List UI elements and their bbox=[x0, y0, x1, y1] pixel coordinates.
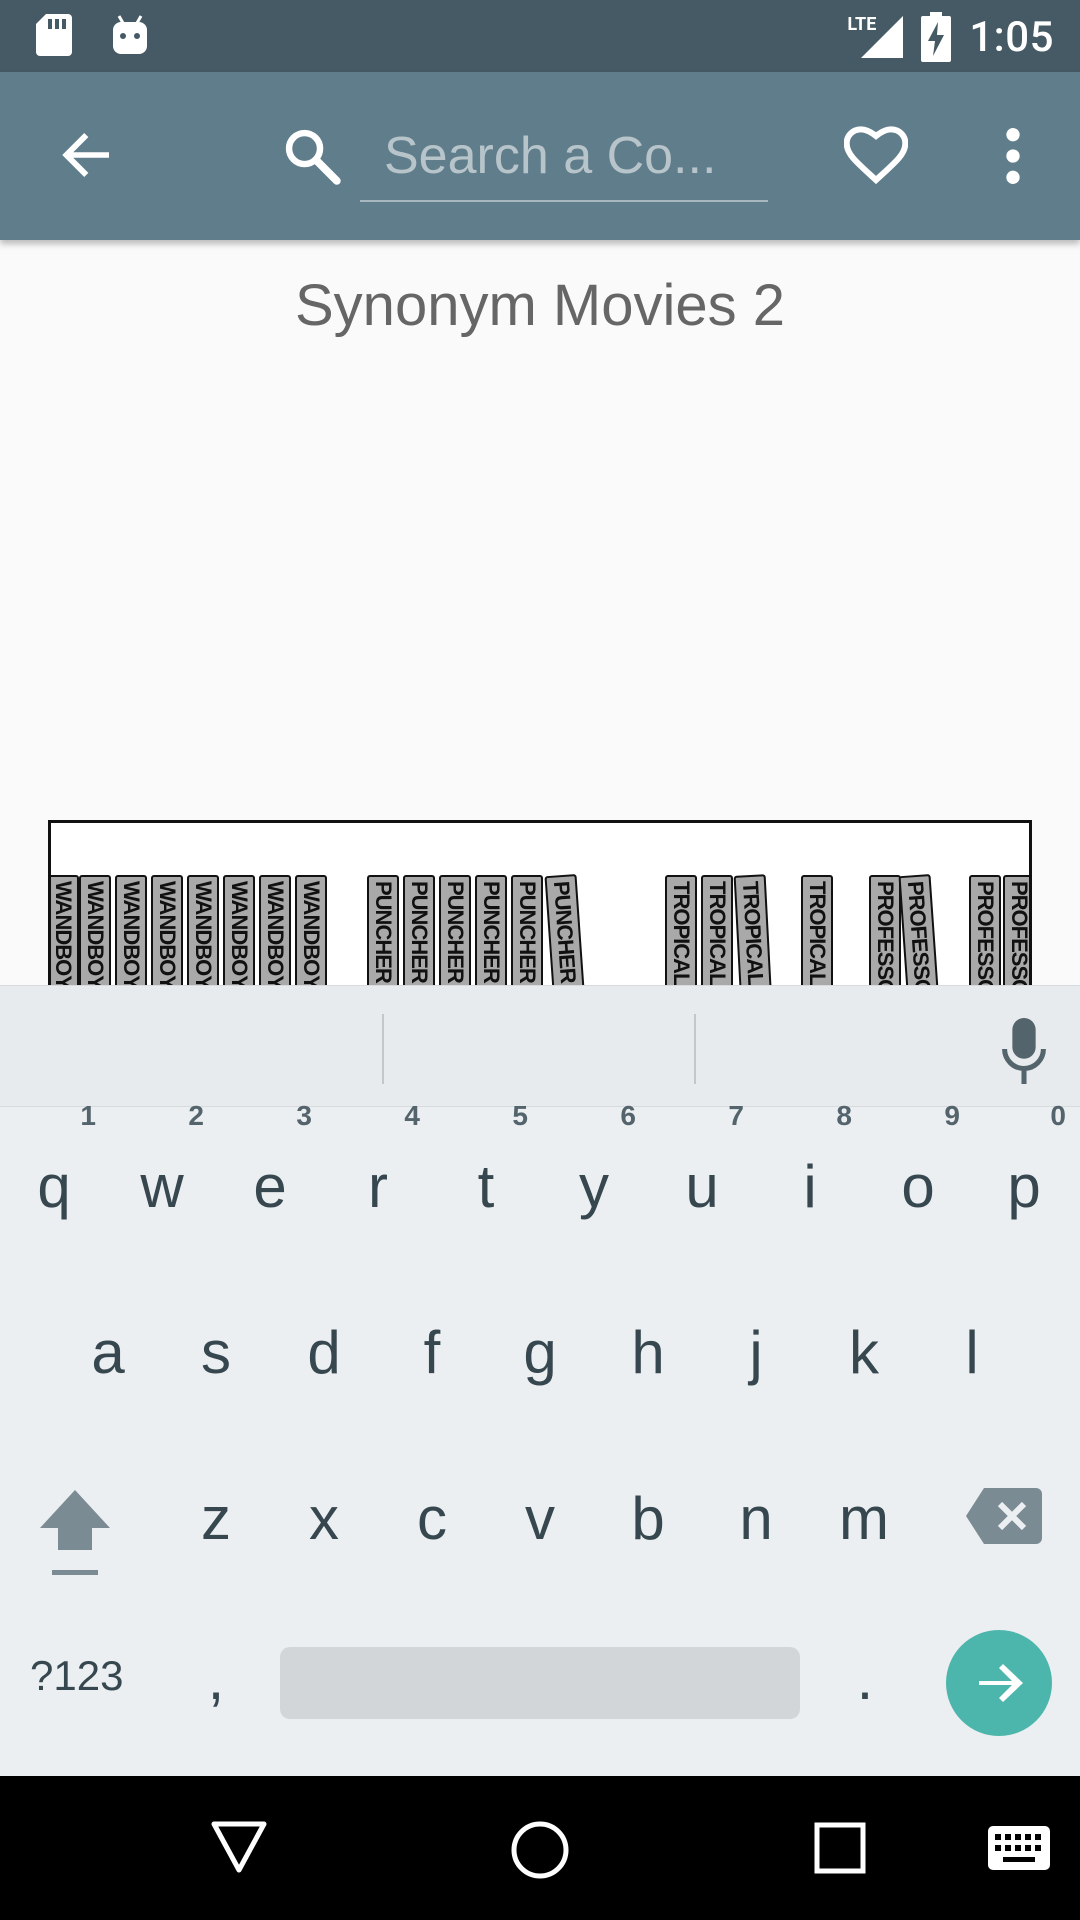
book-spine: PUNCHER bbox=[367, 875, 399, 986]
suggestion-divider bbox=[694, 1014, 696, 1084]
key-t[interactable]: t5 bbox=[456, 1100, 528, 1221]
key-hint: 6 bbox=[620, 1100, 636, 1131]
book-spine: PUNCHER bbox=[511, 875, 543, 986]
book-spine: WANDBOY AN bbox=[223, 875, 255, 986]
suggestion-strip bbox=[0, 985, 1080, 1107]
android-icon bbox=[113, 15, 147, 54]
suggestion-divider bbox=[382, 1014, 384, 1084]
app-toolbar bbox=[0, 72, 1080, 240]
key-b[interactable]: b bbox=[618, 1484, 678, 1553]
navigation-bar bbox=[0, 1776, 1080, 1920]
period-key[interactable]: . bbox=[845, 1644, 885, 1713]
book-spine: PUNCHER bbox=[403, 875, 435, 986]
key-hint: 7 bbox=[728, 1100, 744, 1131]
key-h[interactable]: h bbox=[618, 1318, 678, 1387]
arrow-back-icon[interactable] bbox=[54, 122, 120, 188]
arrow-forward-icon bbox=[979, 1664, 1023, 1702]
key-d[interactable]: d bbox=[294, 1318, 354, 1387]
key-a[interactable]: a bbox=[78, 1318, 138, 1387]
enter-key[interactable] bbox=[946, 1630, 1052, 1736]
sd-card-icon bbox=[36, 14, 72, 56]
microphone-icon[interactable] bbox=[998, 1018, 1050, 1084]
signal-icon: LTE bbox=[847, 12, 904, 62]
key-w[interactable]: w2 bbox=[132, 1100, 204, 1221]
back-triangle-icon[interactable] bbox=[210, 1820, 268, 1876]
key-z[interactable]: z bbox=[186, 1484, 246, 1553]
status-time: 1:05 bbox=[969, 12, 1054, 62]
key-l[interactable]: l bbox=[942, 1318, 1002, 1387]
key-x[interactable]: x bbox=[294, 1484, 354, 1553]
key-hint: 9 bbox=[944, 1100, 960, 1131]
bookshelf: WANDBOY AN WANDBOY AN WANDBOY AN WANDBOY AN… bbox=[51, 874, 1029, 986]
key-hint: 5 bbox=[512, 1100, 528, 1131]
backspace-key-icon[interactable] bbox=[966, 1488, 1042, 1544]
key-m[interactable]: m bbox=[834, 1484, 894, 1553]
book-spine: TROPICAL BO bbox=[665, 875, 697, 986]
search-icon[interactable] bbox=[280, 124, 342, 186]
key-hint: 8 bbox=[836, 1100, 852, 1131]
key-r[interactable]: r4 bbox=[348, 1100, 420, 1221]
key-o[interactable]: o9 bbox=[888, 1100, 960, 1221]
book-spine: PUNCHER bbox=[475, 875, 507, 986]
key-hint: 0 bbox=[1050, 1100, 1066, 1131]
key-u[interactable]: u7 bbox=[672, 1100, 744, 1221]
key-hint: 4 bbox=[404, 1100, 420, 1131]
book-spine: PUNCHER bbox=[544, 874, 586, 986]
book-spine: PROFESSOR L bbox=[969, 875, 1001, 986]
key-hint: 3 bbox=[296, 1100, 312, 1131]
book-spine: WANDBOY AN bbox=[115, 875, 147, 986]
book-spine: TROPICAL BO bbox=[733, 874, 773, 986]
key-i[interactable]: i8 bbox=[780, 1100, 852, 1221]
heart-outline-icon[interactable] bbox=[844, 124, 908, 188]
book-spine: PROFESSOR L bbox=[1003, 875, 1029, 986]
key-e[interactable]: e3 bbox=[240, 1100, 312, 1221]
key-c[interactable]: c bbox=[402, 1484, 462, 1553]
symbols-key[interactable]: ?123 bbox=[30, 1652, 123, 1700]
book-spine: PROFESSOR L bbox=[869, 875, 901, 986]
book-spine: TROPICAL BO bbox=[701, 875, 733, 986]
key-n[interactable]: n bbox=[726, 1484, 786, 1553]
battery-charging-icon bbox=[921, 12, 952, 62]
status-bar: LTE 1:05 bbox=[0, 0, 1080, 72]
shift-key-icon[interactable] bbox=[38, 1488, 112, 1578]
book-spine: WANDBOY AN bbox=[79, 875, 111, 986]
comic-title: Synonym Movies 2 bbox=[295, 273, 785, 338]
space-key[interactable] bbox=[280, 1647, 800, 1719]
keyboard-switch-icon[interactable] bbox=[988, 1826, 1050, 1870]
book-spine: TROPICAL BO bbox=[801, 875, 833, 986]
book-spine: WANDBOY AN bbox=[51, 875, 79, 986]
key-v[interactable]: v bbox=[510, 1484, 570, 1553]
key-hint: 1 bbox=[80, 1100, 96, 1131]
key-s[interactable]: s bbox=[186, 1318, 246, 1387]
key-p[interactable]: p0 bbox=[994, 1100, 1066, 1221]
key-f[interactable]: f bbox=[402, 1318, 462, 1387]
key-y[interactable]: y6 bbox=[564, 1100, 636, 1221]
home-circle-icon[interactable] bbox=[510, 1820, 570, 1880]
book-spine: WANDBOY AN bbox=[151, 875, 183, 986]
key-q[interactable]: q1 bbox=[24, 1100, 96, 1221]
key-k[interactable]: k bbox=[834, 1318, 894, 1387]
comma-key[interactable]: , bbox=[196, 1644, 236, 1713]
key-hint: 2 bbox=[188, 1100, 204, 1131]
key-g[interactable]: g bbox=[510, 1318, 570, 1387]
more-vert-icon[interactable] bbox=[990, 124, 1036, 188]
book-spine: WANDBOY AN bbox=[259, 875, 291, 986]
comic-search-input[interactable] bbox=[360, 112, 768, 202]
book-spine: WANDBOY AN bbox=[187, 875, 219, 986]
recents-square-icon[interactable] bbox=[814, 1822, 866, 1874]
comic-image[interactable]: WANDBOY AN WANDBOY AN WANDBOY AN WANDBOY AN… bbox=[48, 820, 1032, 986]
book-spine: PROFESSOR L bbox=[898, 874, 940, 986]
book-spine: WANDBOY AN bbox=[295, 875, 327, 986]
key-j[interactable]: j bbox=[726, 1318, 786, 1387]
book-spine: PUNCHER bbox=[439, 875, 471, 986]
